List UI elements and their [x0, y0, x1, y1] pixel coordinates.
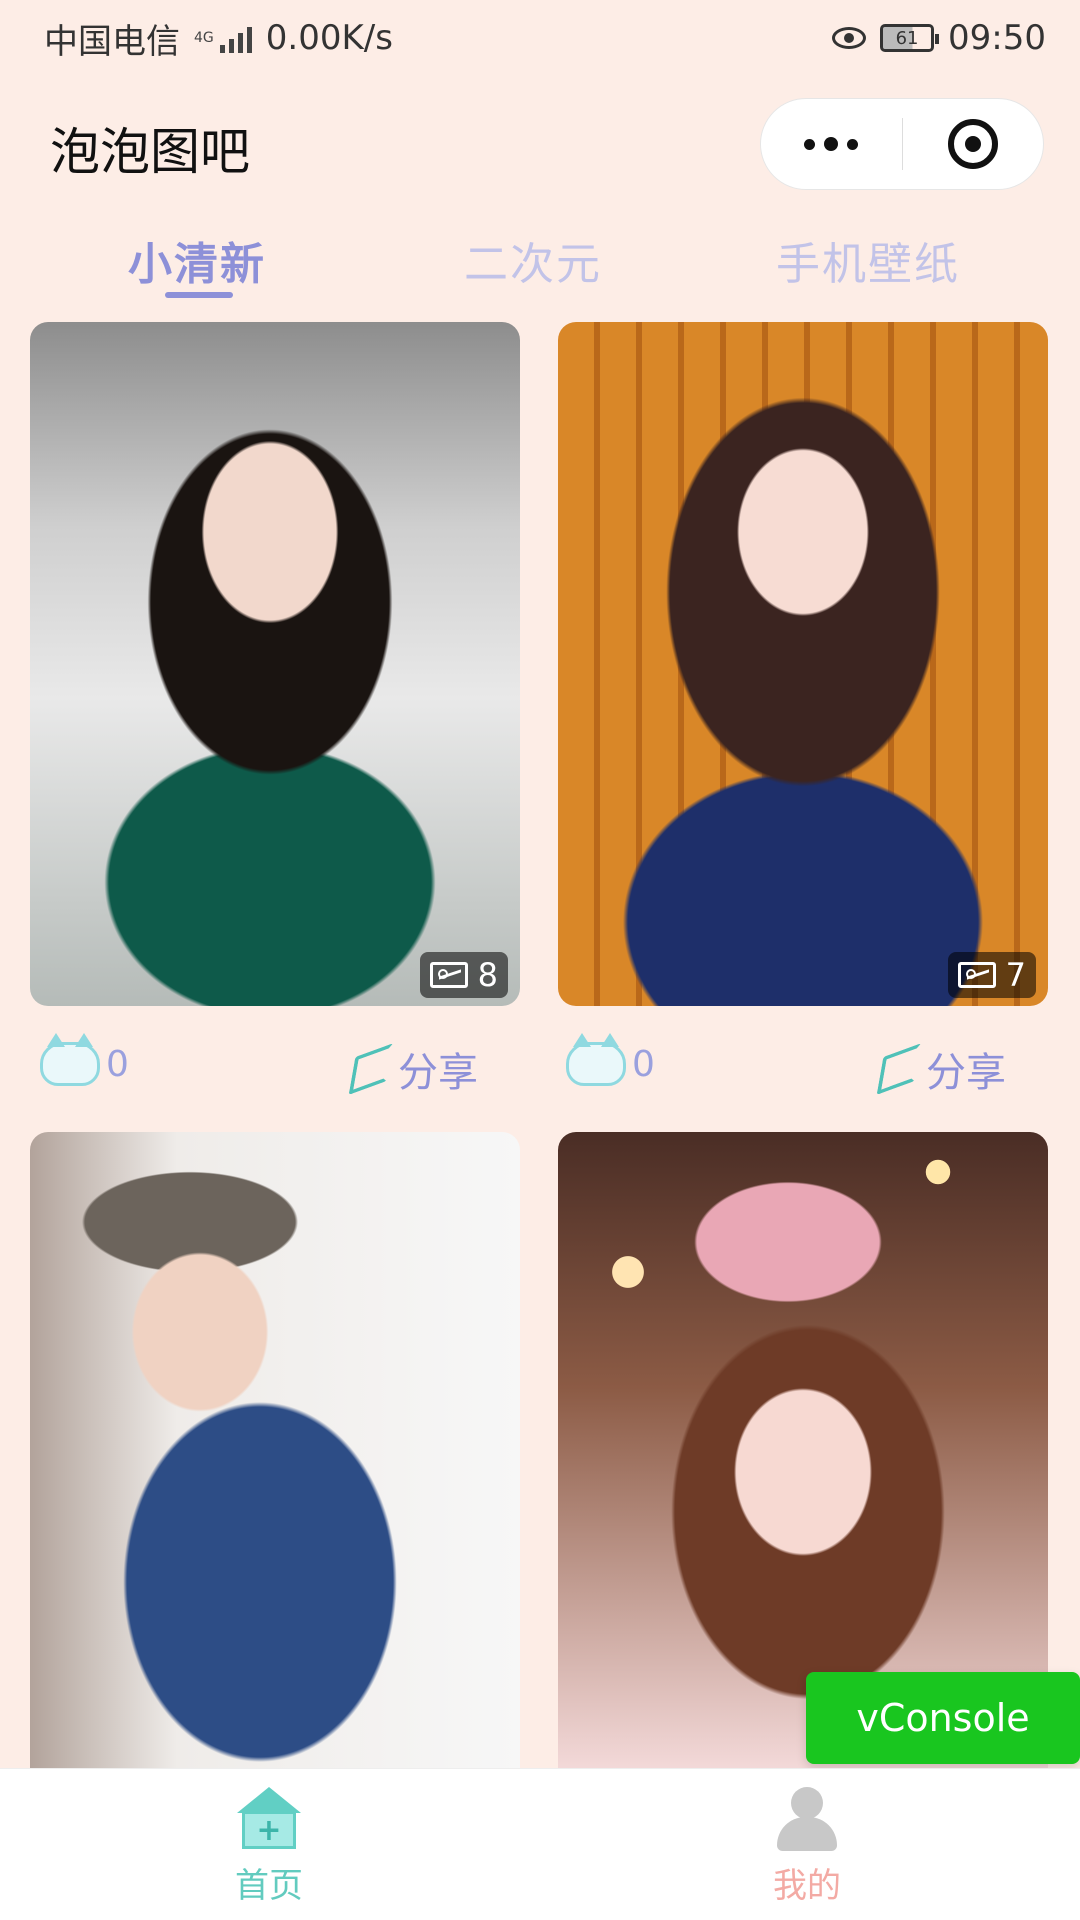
cat-like-icon[interactable]: [566, 1033, 626, 1086]
title-bar: 泡泡图吧: [0, 90, 1080, 200]
image-card[interactable]: 7: [558, 322, 1048, 1006]
card-photo[interactable]: [558, 322, 1048, 1006]
card-photo[interactable]: [30, 1132, 520, 1772]
carrier-label: 中国电信: [44, 21, 180, 62]
photo-count: 7: [1005, 956, 1026, 994]
nav-home[interactable]: + 首页: [184, 1787, 354, 1907]
share-label: 分享: [398, 1050, 478, 1096]
tab-anime[interactable]: 二次元: [464, 228, 602, 292]
network-type: 4G: [194, 30, 214, 46]
battery-level: 61: [895, 27, 919, 49]
share-button[interactable]: 分享: [876, 1040, 1006, 1098]
gallery-icon: [429, 962, 468, 988]
nav-label-mine: 我的: [773, 1866, 841, 1906]
battery-icon: 61: [880, 24, 940, 52]
dot-icon: [804, 138, 816, 150]
card-meta: 0: [40, 1033, 129, 1094]
page-title: 泡泡图吧: [50, 123, 250, 181]
like-count: 0: [106, 1043, 129, 1085]
home-icon: +: [233, 1787, 305, 1849]
bottom-nav: + 首页 我的: [0, 1768, 1080, 1920]
clock: 09:50: [948, 18, 1046, 58]
photo-count: 8: [477, 956, 498, 994]
user-icon: [771, 1787, 843, 1851]
nav-label-home: 首页: [235, 1866, 303, 1906]
gallery-icon: [957, 962, 996, 988]
mini-program-capsule: [760, 98, 1044, 190]
vconsole-button[interactable]: vConsole: [806, 1672, 1080, 1764]
photo-count-badge: 7: [947, 952, 1036, 998]
card-meta: 0: [566, 1033, 655, 1094]
status-right: 61 09:50: [832, 18, 1046, 58]
paper-plane-icon: [876, 1043, 922, 1095]
tab-fresh[interactable]: 小清新: [128, 228, 266, 292]
cat-like-icon[interactable]: [40, 1033, 100, 1086]
tab-wallpaper[interactable]: 手机壁纸: [776, 228, 960, 292]
share-label: 分享: [926, 1050, 1006, 1096]
like-count: 0: [632, 1043, 655, 1085]
close-button[interactable]: [902, 98, 1043, 190]
image-card[interactable]: [30, 1132, 520, 1772]
more-button[interactable]: [761, 98, 902, 190]
category-tabs: 小清新 二次元 手机壁纸: [0, 220, 1080, 300]
eye-icon: [832, 27, 867, 49]
photo-count-badge: 8: [419, 952, 508, 998]
image-card[interactable]: 8: [30, 322, 520, 1006]
target-icon: [947, 119, 998, 169]
share-button[interactable]: 分享: [348, 1040, 478, 1098]
paper-plane-icon: [348, 1043, 394, 1095]
nav-mine[interactable]: 我的: [722, 1787, 892, 1907]
signal-icon: [219, 23, 252, 53]
card-photo[interactable]: [30, 322, 520, 1006]
status-left: 中国电信 4G 0.00K/s: [44, 14, 393, 63]
dot-icon: [824, 137, 839, 151]
status-bar: 中国电信 4G 0.00K/s 61 09:50: [0, 0, 1080, 76]
dot-icon: [847, 138, 859, 150]
network-speed: 0.00K/s: [265, 18, 393, 58]
active-tab-indicator: [165, 292, 233, 298]
